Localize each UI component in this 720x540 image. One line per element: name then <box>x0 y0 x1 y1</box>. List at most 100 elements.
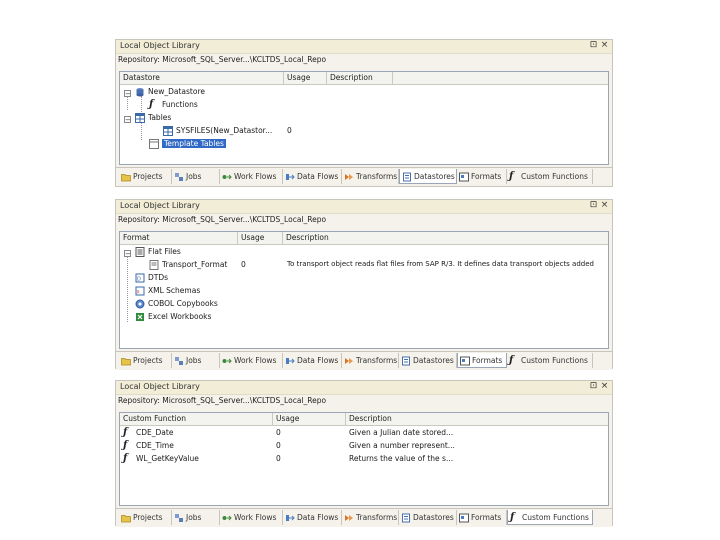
grid-header: Custom Function Usage Description <box>120 413 608 426</box>
close-icon[interactable]: × <box>600 381 609 391</box>
panel-titlebar: Local Object Library ⊡ × <box>116 381 612 395</box>
usage-value: 0 <box>287 126 292 135</box>
pin-icon[interactable]: ⊡ <box>589 200 598 210</box>
transform-icon <box>345 515 353 521</box>
tab-custom-functions[interactable]: ƒ Custom Functions <box>507 353 593 368</box>
column-header-usage[interactable]: Usage <box>273 413 346 425</box>
tab-projects[interactable]: Projects <box>119 353 172 368</box>
jobs-icon <box>175 514 183 522</box>
close-icon[interactable]: × <box>600 200 609 210</box>
tab-formats[interactable]: Formats <box>457 353 507 368</box>
datastore-grid[interactable]: Datastore Usage Description − New_Datast… <box>119 71 609 165</box>
folder-icon <box>121 358 131 366</box>
folder-icon <box>121 174 131 182</box>
selected-label: Template Tables <box>162 139 226 148</box>
list-item-wl-getkeyvalue[interactable]: ƒ WL_GetKeyValue 0 Returns the value of t… <box>123 452 603 465</box>
function-icon: ƒ <box>123 440 128 451</box>
tree-item-xml-schemas[interactable]: X XML Schemas <box>135 284 200 297</box>
column-header-datastore[interactable]: Datastore <box>120 72 284 84</box>
column-header-description[interactable]: Description <box>283 232 608 244</box>
tab-transforms[interactable]: Transforms <box>342 353 399 368</box>
tab-formats[interactable]: Formats <box>457 510 507 525</box>
formats-grid[interactable]: Format Usage Description − Flat Files Tr… <box>119 231 609 349</box>
tab-transforms[interactable]: Transforms <box>342 169 399 184</box>
tree-item-flat-files[interactable]: Flat Files <box>135 245 181 258</box>
usage-value: 0 <box>241 260 246 269</box>
column-header-usage[interactable]: Usage <box>238 232 283 244</box>
usage-value: 0 <box>276 428 281 437</box>
dataflow-icon <box>286 358 295 364</box>
pin-icon[interactable]: ⊡ <box>589 40 598 50</box>
tab-jobs[interactable]: Jobs <box>172 353 220 368</box>
library-tabs: Projects Jobs Work Flows Data Flows Tran… <box>116 508 612 527</box>
tab-work-flows[interactable]: Work Flows <box>220 169 283 184</box>
tab-projects[interactable]: Projects <box>119 510 172 525</box>
pin-icon[interactable]: ⊡ <box>589 381 598 391</box>
object-library-panel-datastores: Local Object Library ⊡ × Repository: Mic… <box>115 39 613 187</box>
object-library-panel-formats: Local Object Library ⊡ × Repository: Mic… <box>115 199 613 370</box>
collapse-icon[interactable]: − <box>124 90 131 98</box>
tree-item-transport-format[interactable]: Transport_Format 0 To transport object r… <box>149 258 608 271</box>
tab-custom-functions[interactable]: ƒ Custom Functions <box>507 510 593 525</box>
tables-icon <box>135 113 145 123</box>
column-header-description[interactable]: Description <box>346 413 608 425</box>
tree-item-tables[interactable]: Tables <box>135 111 171 124</box>
collapse-icon[interactable]: − <box>124 116 131 124</box>
column-header-format[interactable]: Format <box>120 232 238 244</box>
column-header-custom-function[interactable]: Custom Function <box>120 413 273 425</box>
tab-jobs[interactable]: Jobs <box>172 510 220 525</box>
workflow-icon <box>222 515 232 521</box>
dataflow-icon <box>286 515 295 521</box>
panel-titlebar: Local Object Library ⊡ × <box>116 40 612 54</box>
tab-custom-functions[interactable]: ƒ Custom Functions <box>507 169 593 184</box>
list-item-cde-time[interactable]: ƒ CDE_Time 0 Given a number represent... <box>123 439 603 452</box>
library-tabs: Projects Jobs Work Flows Data Flows Tran… <box>116 351 612 370</box>
tab-datastores[interactable]: Datastores <box>399 353 457 368</box>
tree-item-functions[interactable]: ƒ Functions <box>149 98 198 111</box>
svg-text:X: X <box>137 290 140 296</box>
tab-datastores[interactable]: Datastores <box>399 169 457 184</box>
tree-item-template-tables[interactable]: Template Tables <box>149 137 226 150</box>
function-icon: ƒ <box>509 355 514 366</box>
tab-jobs[interactable]: Jobs <box>172 169 220 184</box>
cobol-icon <box>135 299 145 309</box>
tab-data-flows[interactable]: Data Flows <box>283 169 342 184</box>
svg-text:D: D <box>137 277 141 283</box>
tree-item-cobol-copybooks[interactable]: COBOL Copybooks <box>135 297 218 310</box>
tab-data-flows[interactable]: Data Flows <box>283 510 342 525</box>
transform-icon <box>345 358 353 364</box>
dtd-icon: D <box>135 273 145 283</box>
close-icon[interactable]: × <box>600 40 609 50</box>
datastore-icon <box>402 513 410 523</box>
column-header-description[interactable]: Description <box>327 72 393 84</box>
workflow-icon <box>222 358 232 364</box>
tab-data-flows[interactable]: Data Flows <box>283 353 342 368</box>
object-library-panel-custom-functions: Local Object Library ⊡ × Repository: Mic… <box>115 380 613 527</box>
custom-functions-grid[interactable]: Custom Function Usage Description ƒ CDE_D… <box>119 412 609 506</box>
function-icon: ƒ <box>123 427 128 438</box>
description-value: To transport object reads flat files fro… <box>287 260 594 268</box>
repository-label: Repository: Microsoft_SQL_Server...\KCLT… <box>116 214 612 226</box>
tab-transforms[interactable]: Transforms <box>342 510 399 525</box>
tab-work-flows[interactable]: Work Flows <box>220 510 283 525</box>
tree-item-new-datastore[interactable]: New_Datastore <box>135 85 205 98</box>
template-table-icon <box>149 139 159 149</box>
tab-formats[interactable]: Formats <box>457 169 507 184</box>
format-icon <box>459 172 469 182</box>
dataflow-icon <box>286 174 295 180</box>
function-icon: ƒ <box>510 512 515 523</box>
list-item-cde-date[interactable]: ƒ CDE_Date 0 Given a Julian date stored..… <box>123 426 603 439</box>
description-value: Given a Julian date stored... <box>349 428 454 437</box>
flat-file-icon <box>135 247 145 257</box>
tab-work-flows[interactable]: Work Flows <box>220 353 283 368</box>
panel-title: Local Object Library <box>120 201 200 210</box>
column-header-usage[interactable]: Usage <box>284 72 327 84</box>
tree-item-excel-workbooks[interactable]: Excel Workbooks <box>135 310 211 323</box>
tree-item-sysfiles[interactable]: SYSFILES(New_Datastor... 0 <box>163 124 413 137</box>
usage-value: 0 <box>276 441 281 450</box>
tree-item-dtds[interactable]: D DTDs <box>135 271 168 284</box>
tab-projects[interactable]: Projects <box>119 169 172 184</box>
tab-datastores[interactable]: Datastores <box>399 510 457 525</box>
collapse-icon[interactable]: − <box>124 250 131 258</box>
grid-header: Format Usage Description <box>120 232 608 245</box>
